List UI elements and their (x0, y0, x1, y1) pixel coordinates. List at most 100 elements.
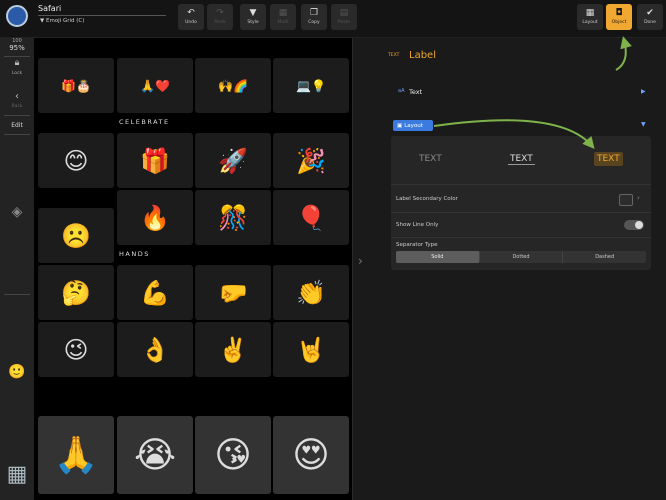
panel-toggle-chevron-icon[interactable]: › (358, 254, 363, 268)
separator-type-segmented-control: Solid Dotted Dashed (396, 251, 646, 263)
card-divider (391, 212, 651, 213)
separator-dotted-option[interactable]: Dotted (480, 251, 564, 263)
grid-cell[interactable]: 😊 (38, 133, 114, 188)
layout-label: Layout (582, 20, 598, 25)
grid-cell[interactable]: 🎉 (273, 133, 349, 188)
layers-icon[interactable]: ◈ (0, 204, 34, 220)
undo-icon: ↶ (187, 8, 195, 18)
grid-cell[interactable]: 🔥 (117, 190, 193, 245)
show-line-only-toggle[interactable] (624, 220, 644, 230)
inspector-panel: TEXT Label aA Text ▶ ▣ Layout ▼ TEXT TEXT… (352, 38, 666, 500)
grid-cell[interactable]: 🙏 (38, 416, 114, 494)
multi-select-icon: ▦ (278, 8, 288, 18)
triangle-down-icon: ▼ (40, 18, 45, 24)
hands-group-label: HANDS (119, 250, 150, 258)
style-button[interactable]: ▼ Style (240, 4, 266, 30)
document-selector[interactable]: ▼ Emoji Grid (C) (40, 18, 84, 24)
grid-cell[interactable]: 🤔 (38, 265, 114, 320)
collapse-arrow-icon[interactable]: ▼ (641, 121, 646, 128)
emoji-grid: 🎁🎂 🙏❤️ 🙌🌈 💻💡 CELEBRATE 😊 🎁 🚀 🎉 🔥 🎊 🎈 ☹️ … (34, 38, 350, 500)
object-type-tag: TEXT (388, 53, 400, 58)
grid-cell[interactable]: 💻💡 (273, 58, 349, 113)
grid-icon: ▦ (585, 8, 595, 18)
grid-cell[interactable]: 😭 (117, 416, 193, 494)
object-label: Object (611, 20, 627, 25)
layout-variant-highlight[interactable]: TEXT (594, 152, 623, 166)
safari-app-icon[interactable] (6, 5, 28, 27)
document-name: Emoji Grid (C) (45, 18, 85, 24)
grid-cell[interactable]: 🤛 (195, 265, 271, 320)
paste-button[interactable]: ▤ Paste (331, 4, 357, 30)
celebrate-group-label: CELEBRATE (119, 118, 170, 126)
grid-cell[interactable]: 👏 (273, 265, 349, 320)
chevron-right-icon[interactable]: › (637, 194, 640, 202)
rail-divider (4, 294, 30, 295)
grid-cell[interactable]: 😍 (273, 416, 349, 494)
grid-cell[interactable]: 💪 (117, 265, 193, 320)
grid-cell[interactable]: 🙏❤️ (117, 58, 193, 113)
card-divider (391, 184, 651, 185)
rail-divider (4, 134, 30, 135)
grid-cell[interactable]: ✌️ (195, 322, 271, 377)
top-toolbar: Safari ▼ Emoji Grid (C) ↶ Undo ↷ Redo ▼ Sty… (0, 0, 666, 38)
layout-variant-plain[interactable]: TEXT (419, 154, 442, 164)
undo-label: Undo (185, 20, 197, 25)
grid-cell[interactable]: 🚀 (195, 133, 271, 188)
app-name: Safari (38, 4, 62, 13)
multi-button[interactable]: ▦ Multi (270, 4, 296, 30)
layout-chip-label: Layout (404, 122, 423, 129)
left-rail: 100 95% 🔒︎ Lock ‹ Back Edit ◈ 🙂 ▦ (0, 38, 34, 500)
emoji-icon[interactable]: 🙂 (0, 364, 34, 380)
grid-cell[interactable]: 😉 (38, 322, 114, 377)
rail-divider (4, 115, 30, 116)
separator-dashed-option[interactable]: Dashed (563, 251, 646, 263)
done-button[interactable]: ✔ Done (637, 4, 663, 30)
zoom-level[interactable]: 95% (0, 44, 34, 52)
secondary-color-label: Label Secondary Color (396, 196, 458, 202)
edit-button[interactable]: Edit (0, 122, 34, 129)
copy-button[interactable]: ❐ Copy (301, 4, 327, 30)
lock-label: Lock (11, 71, 23, 76)
layout-icon: ▣ (397, 122, 403, 129)
layout-variant-underline[interactable]: TEXT (508, 154, 535, 165)
separator-solid-option[interactable]: Solid (396, 251, 480, 263)
object-button[interactable]: ◘ Object (606, 4, 632, 30)
grid-cell[interactable]: 🎊 (195, 190, 271, 245)
back-label: Back (11, 104, 23, 109)
grid-cell[interactable]: 🤘 (273, 322, 349, 377)
layout-button[interactable]: ▦ Layout (577, 4, 603, 30)
secondary-color-swatch[interactable] (619, 194, 633, 206)
grid-cell[interactable]: 🎈 (273, 190, 349, 245)
paste-icon: ▤ (339, 8, 349, 18)
text-style-icon: aA (398, 88, 405, 94)
grid-cell[interactable]: ☹️ (38, 208, 114, 263)
rail-divider (4, 56, 30, 57)
show-line-only-label: Show Line Only (396, 222, 439, 228)
text-section-row[interactable]: Text (409, 88, 422, 96)
copy-label: Copy (308, 20, 320, 25)
done-label: Done (644, 20, 656, 25)
grid-cell[interactable]: 🙌🌈 (195, 58, 271, 113)
chevron-left-icon[interactable]: ‹ (0, 91, 34, 102)
layout-options-card: TEXT TEXT TEXT Label Secondary Color › S… (391, 136, 651, 270)
grid-cell[interactable]: 🎁 (117, 133, 193, 188)
redo-icon: ↷ (216, 8, 224, 18)
copy-icon: ❐ (309, 8, 319, 18)
redo-label: Redo (214, 20, 226, 25)
grid-cell[interactable]: 👌 (117, 322, 193, 377)
redo-button[interactable]: ↷ Redo (207, 4, 233, 30)
multi-label: Multi (277, 20, 289, 25)
brush-icon: ▼ (249, 8, 257, 18)
undo-button[interactable]: ↶ Undo (178, 4, 204, 30)
paste-label: Paste (337, 20, 351, 25)
grid-cell[interactable]: 🎁🎂 (38, 58, 114, 113)
title-divider (38, 15, 166, 16)
pages-grid-icon[interactable]: ▦ (0, 462, 34, 487)
card-divider (391, 237, 651, 238)
grid-cell[interactable]: 😘 (195, 416, 271, 494)
checkmark-icon: ✔ (646, 8, 654, 18)
expand-arrow-icon[interactable]: ▶ (641, 88, 646, 95)
style-label: Style (247, 20, 259, 25)
layout-section-chip[interactable]: ▣ Layout (393, 120, 433, 131)
lock-icon[interactable]: 🔒︎ (0, 58, 34, 68)
